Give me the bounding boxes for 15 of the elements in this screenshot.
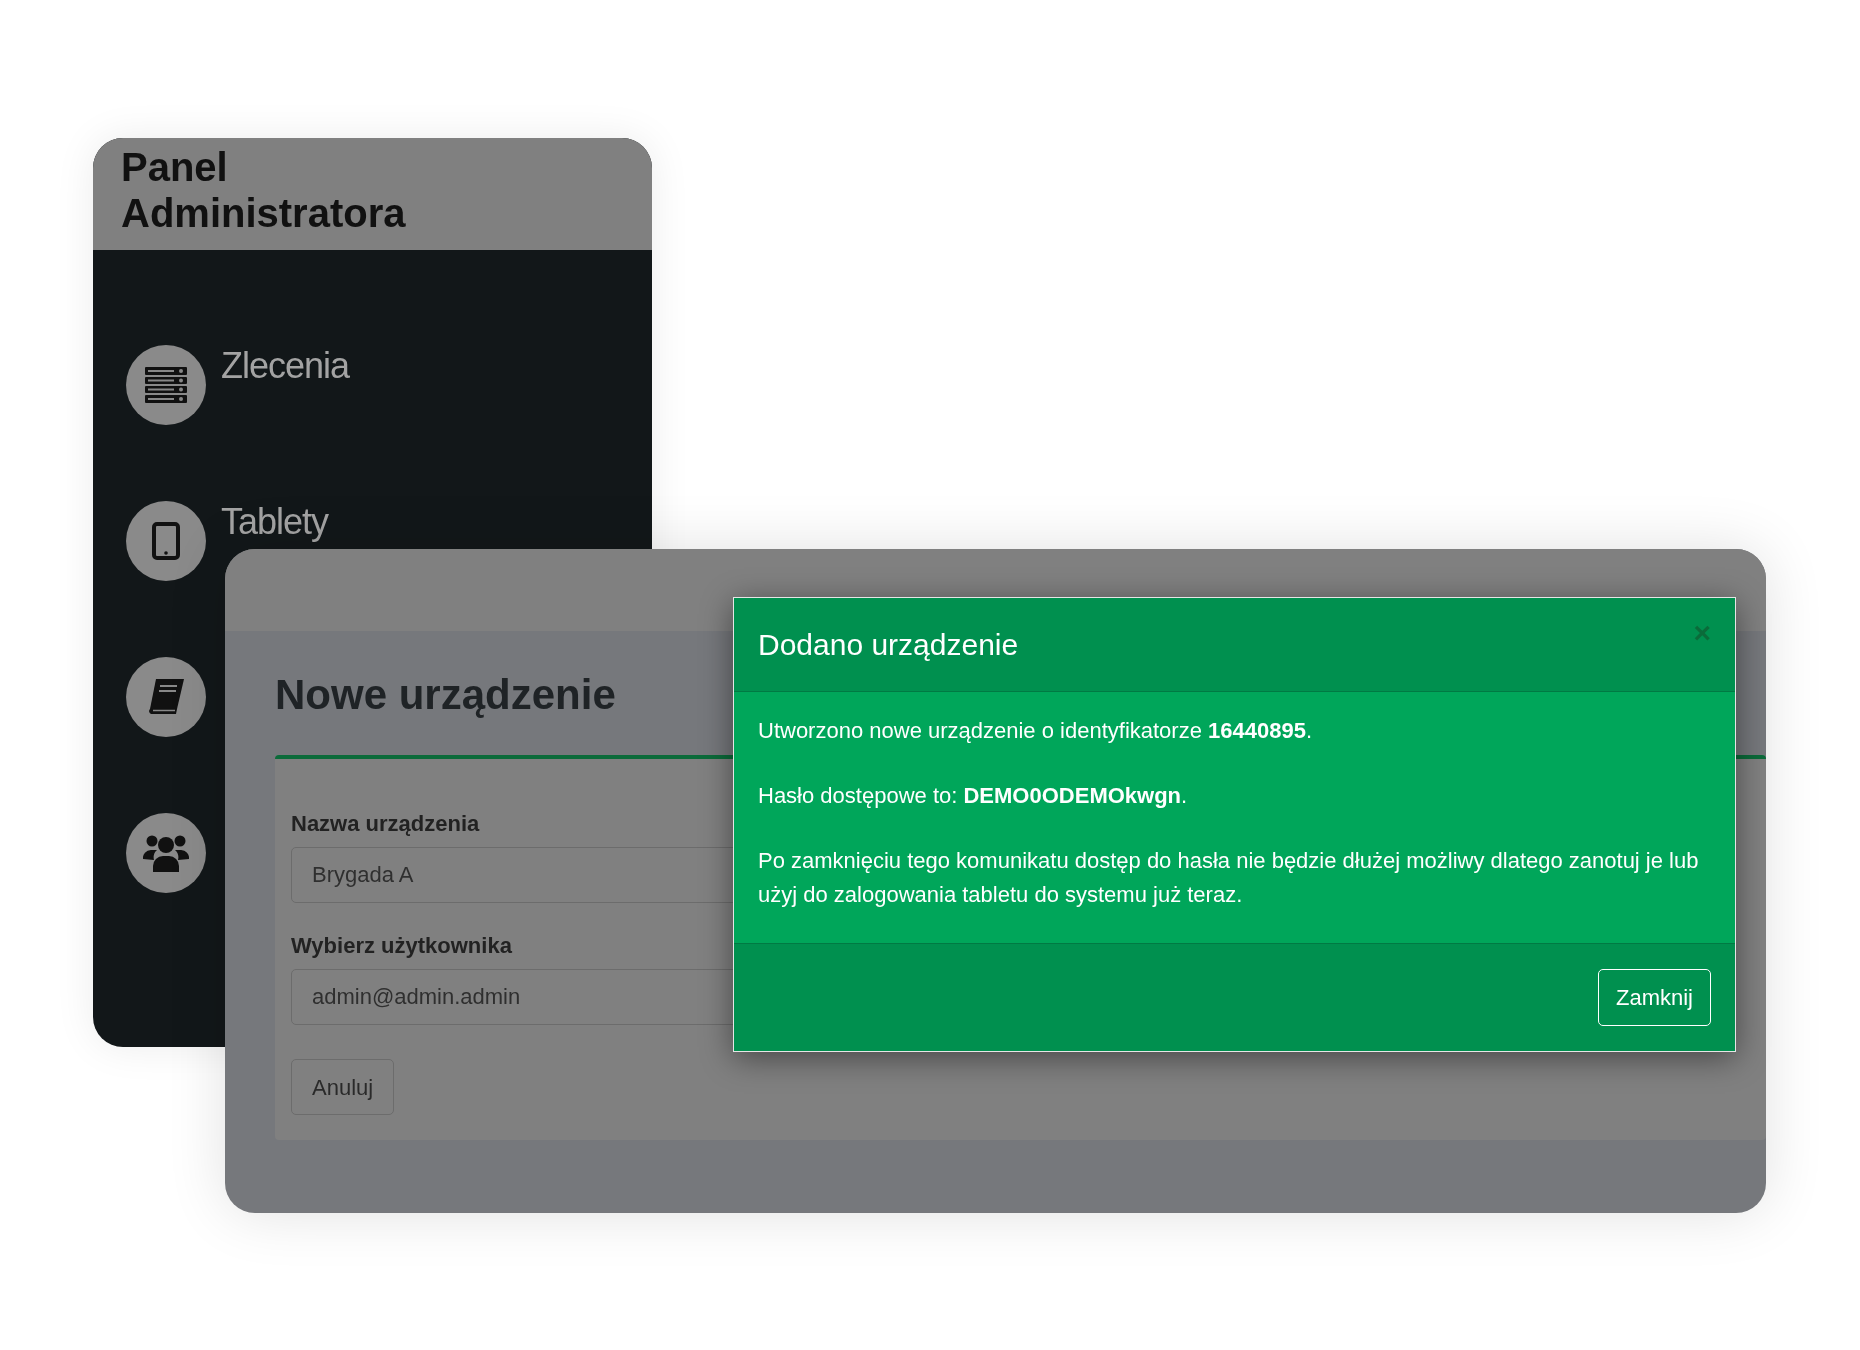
- book-icon: [146, 677, 186, 717]
- field-label: Wybierz użytkownika: [291, 933, 512, 959]
- sidebar-title: Panel Administratora: [121, 144, 407, 236]
- list-icon: [145, 367, 187, 403]
- tablet-icon: [152, 522, 180, 560]
- dialog-message: Hasło dostępowe to: DEMO0ODEMOkwgn.: [758, 782, 1189, 810]
- dialog-title: Dodano urządzenie: [758, 627, 1019, 663]
- nav-item-label[interactable]: Tablety: [221, 503, 329, 541]
- page-heading: Nowe urządzenie: [275, 670, 617, 720]
- cancel-button[interactable]: Anuluj: [291, 1059, 395, 1115]
- users-icon: [143, 834, 189, 872]
- dialog-message: Utworzono nowe urządzenie o identyfikatorze 16440895.: [758, 717, 1314, 745]
- field-label: Nazwa urządzenia: [291, 811, 480, 837]
- close-dialog-button[interactable]: Zamknij: [1598, 969, 1711, 1026]
- nav-item-label[interactable]: Zlecenia: [221, 347, 350, 385]
